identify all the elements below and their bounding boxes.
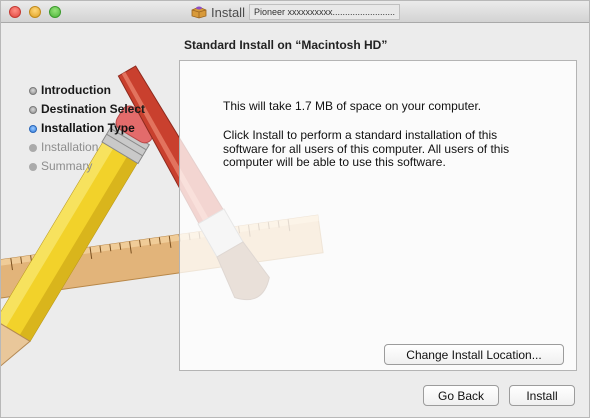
step-installation: Installation [29,138,145,157]
package-name-label: Pioneer xxxxxxxxxx......................… [248,4,401,20]
title-bar: Install Pioneer xxxxxxxxxx..............… [1,1,589,23]
content-panel: This will take 1.7 MB of space on your c… [179,60,577,371]
window-title: Install [211,4,245,20]
step-introduction: Introduction [29,81,145,100]
step-bullet-icon [29,86,37,95]
window-title-group: Install Pioneer xxxxxxxxxx..............… [191,4,401,20]
step-installation-type: Installation Type [29,119,145,138]
step-label: Summary [41,159,93,173]
package-icon [191,5,207,19]
close-window-button[interactable] [9,6,21,18]
zoom-window-button[interactable] [49,6,61,18]
install-button[interactable]: Install [509,385,575,406]
change-install-location-button[interactable]: Change Install Location... [384,344,564,365]
step-destination-select: Destination Select [29,100,145,119]
step-label: Installation [41,140,99,154]
minimize-window-button[interactable] [29,6,41,18]
step-summary: Summary [29,157,145,176]
step-bullet-icon [29,105,37,114]
page-heading: Standard Install on “Macintosh HD” [184,38,388,52]
install-description: Click Install to perform a standard inst… [223,128,510,169]
installation-steps: Introduction Destination Select Installa… [29,81,145,176]
space-required-text: This will take 1.7 MB of space on your c… [223,99,482,113]
step-bullet-icon [29,162,37,171]
step-label: Destination Select [41,102,146,116]
step-label: Introduction [41,83,111,97]
installer-window: Install Pioneer xxxxxxxxxx..............… [0,0,590,418]
step-label: Installation Type [41,121,135,135]
step-bullet-icon [29,143,37,152]
current-step-bullet-icon [29,124,37,133]
go-back-button[interactable]: Go Back [423,385,499,406]
